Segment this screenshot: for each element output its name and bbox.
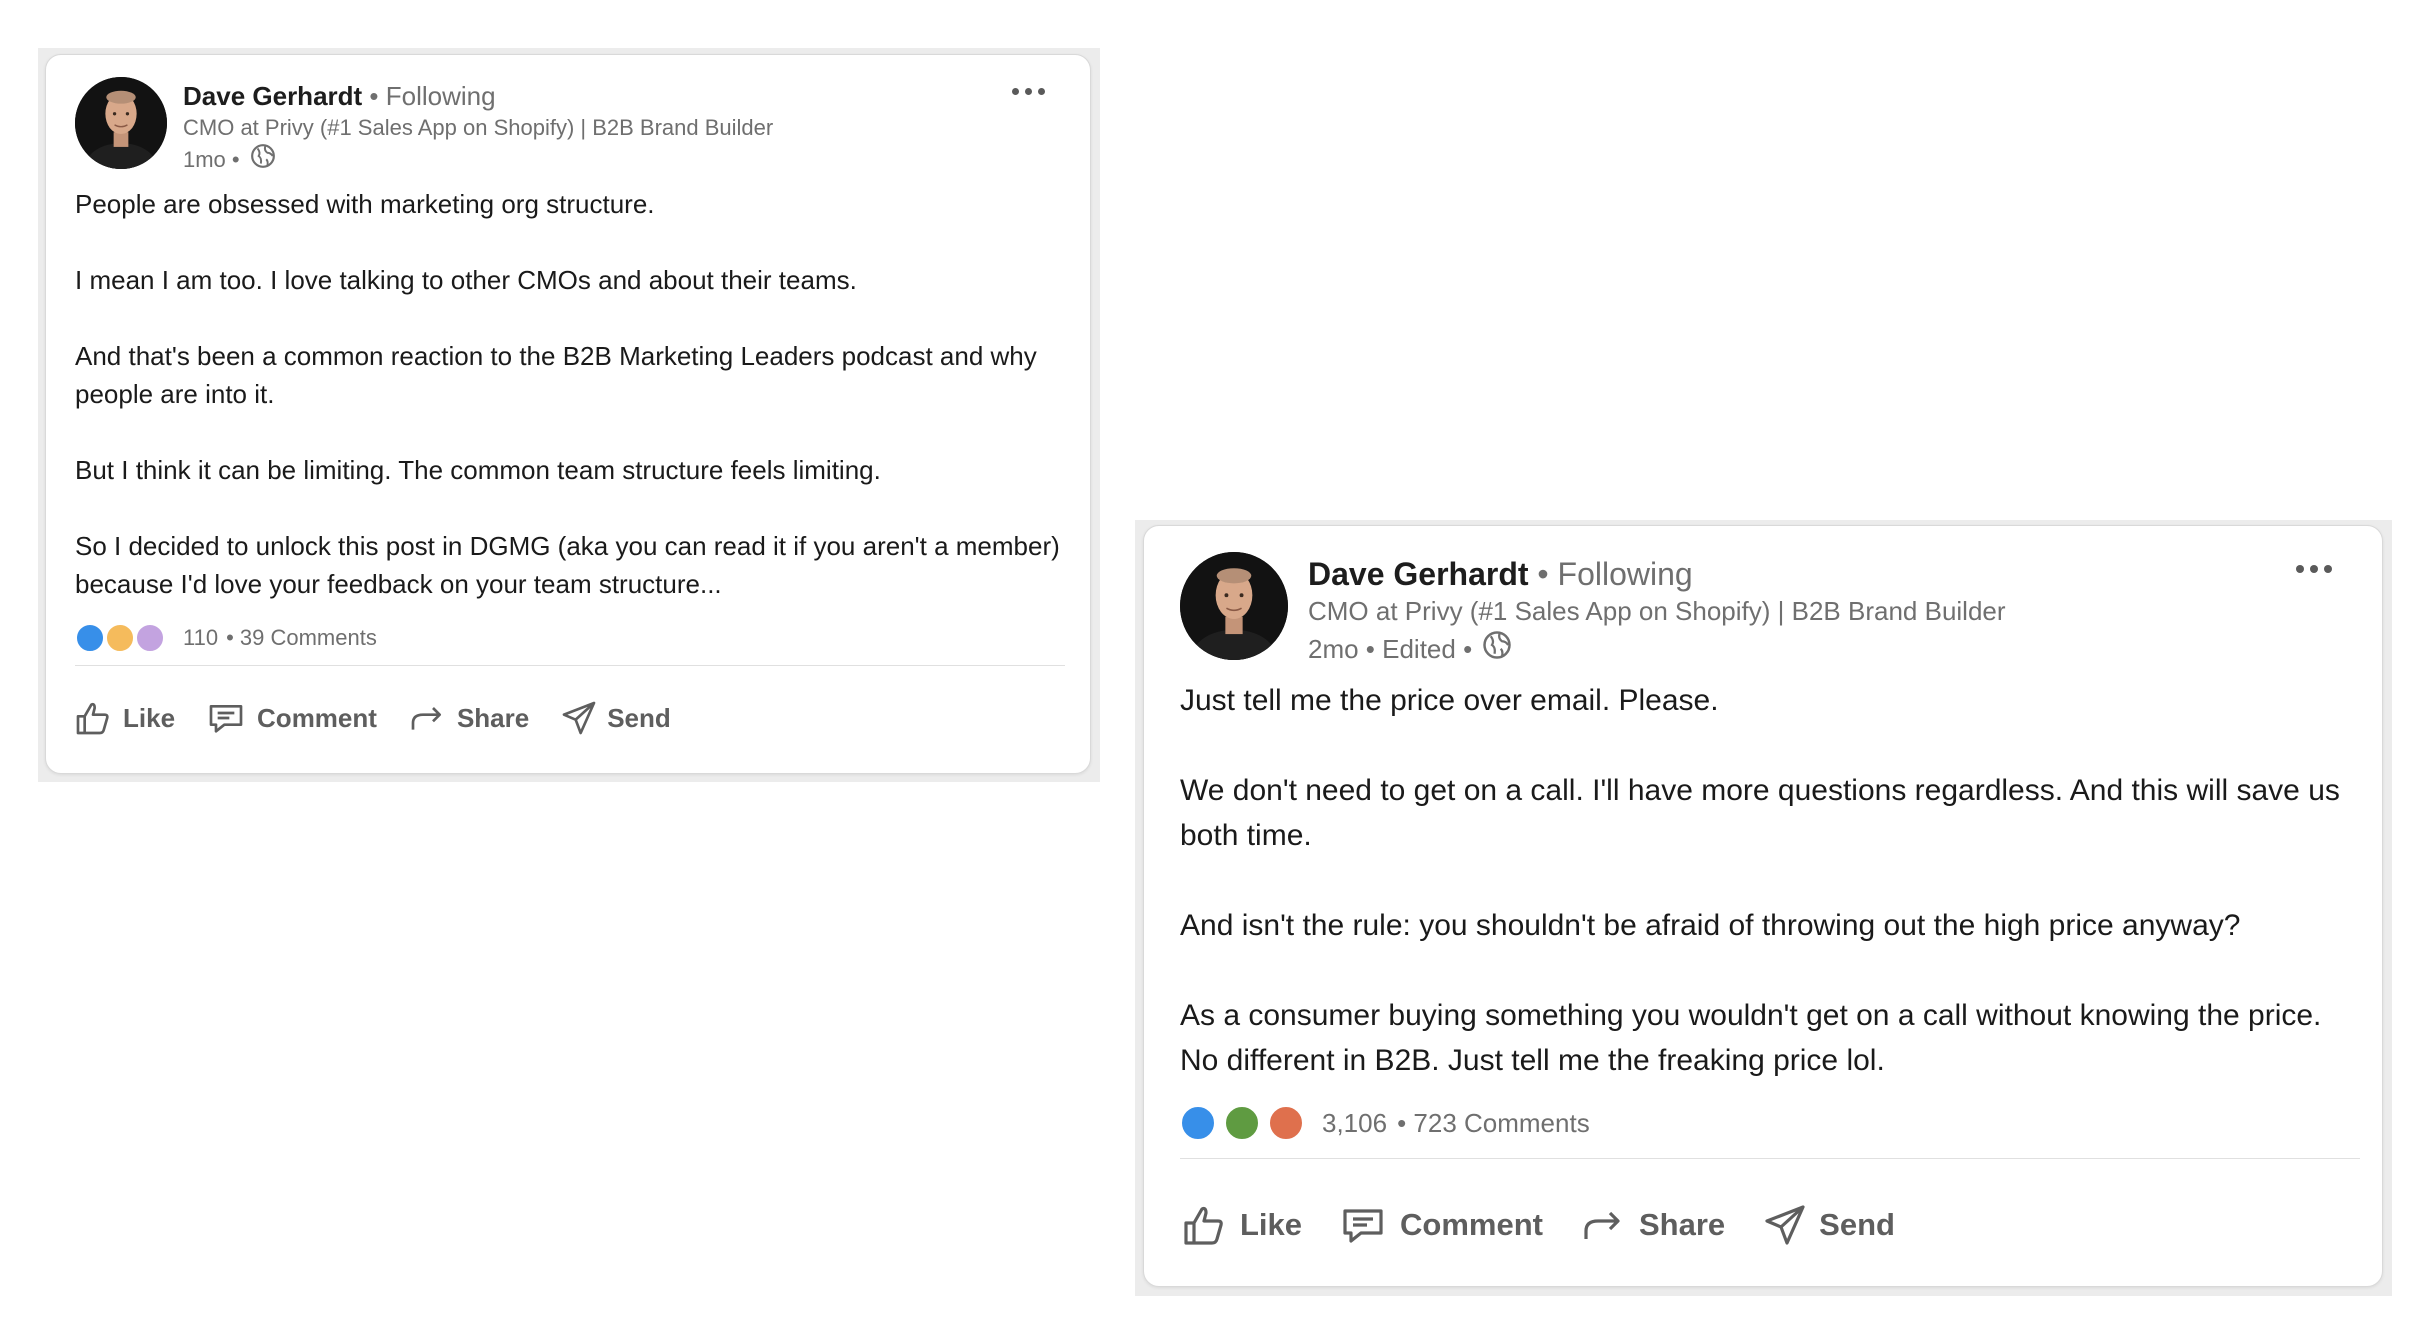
like-label: Like <box>1240 1207 1303 1242</box>
like-reaction-icon <box>1180 1105 1216 1141</box>
author-photo <box>1180 552 1288 660</box>
reactions-count[interactable]: 110 <box>183 625 218 651</box>
post-paragraph: I mean I am too. I love talking to other… <box>75 265 857 295</box>
like-icon <box>1184 1206 1223 1245</box>
globe-icon <box>250 143 276 177</box>
comments-count[interactable]: • 39 Comments <box>226 625 377 651</box>
author-avatar[interactable] <box>1180 552 1288 660</box>
post-paragraph: But I think it can be limiting. The comm… <box>75 455 881 485</box>
comment-icon <box>1343 1209 1383 1243</box>
post-paragraph: And isn't the rule: you shouldn't be afr… <box>1180 909 2241 942</box>
comment-label: Comment <box>1400 1207 1543 1242</box>
post-paragraph: So I decided to unlock this post in DGMG… <box>75 531 1060 599</box>
social-counts[interactable]: 3,106 • 723 Comments <box>1180 1105 1590 1141</box>
author-headline: CMO at Privy (#1 Sales App on Shopify) |… <box>1308 596 2006 626</box>
share-label: Share <box>1638 1207 1726 1242</box>
social-counts[interactable]: 110 • 39 Comments <box>75 623 377 653</box>
share-label: Share <box>456 702 530 733</box>
love-reaction-icon <box>1268 1105 1304 1141</box>
post-body: Just tell me the price over email. Pleas… <box>1180 678 2360 1083</box>
comment-icon <box>209 705 243 733</box>
send-icon <box>562 701 596 735</box>
share-icon <box>411 707 441 730</box>
following-status: • Following <box>1537 556 1693 592</box>
author-name[interactable]: Dave Gerhardt <box>1308 556 1529 592</box>
comment-button[interactable]: Comment <box>1338 1201 1543 1249</box>
reactions-count[interactable]: 3,106 <box>1322 1108 1387 1139</box>
post-paragraph: Just tell me the price over email. Pleas… <box>1180 684 1719 717</box>
following-status: • Following <box>369 81 496 111</box>
comments-count[interactable]: • 723 Comments <box>1397 1108 1590 1139</box>
author-name[interactable]: Dave Gerhardt <box>183 81 362 111</box>
more-options-icon[interactable] <box>2296 565 2332 573</box>
celebrate-reaction-icon <box>1224 1105 1260 1141</box>
globe-icon <box>1482 630 1512 668</box>
comment-button[interactable]: Comment <box>205 698 377 738</box>
post-time: 1mo • <box>183 147 240 172</box>
divider <box>75 665 1065 666</box>
post-paragraph: People are obsessed with marketing org s… <box>75 189 655 219</box>
comment-label: Comment <box>257 702 377 733</box>
curious-reaction-icon <box>135 623 165 653</box>
post-time: 2mo • Edited • <box>1308 634 1473 664</box>
post-body: People are obsessed with marketing org s… <box>75 185 1065 603</box>
post-paragraph: We don't need to get on a call. I'll hav… <box>1180 774 2340 852</box>
author-headline: CMO at Privy (#1 Sales App on Shopify) |… <box>183 115 774 140</box>
post-card-1: Dave Gerhardt • Following CMO at Privy (… <box>45 54 1091 774</box>
insightful-reaction-icon <box>105 623 135 653</box>
send-button[interactable]: Send <box>559 698 671 738</box>
send-button[interactable]: Send <box>1761 1201 1895 1249</box>
like-button[interactable]: Like <box>1180 1201 1302 1249</box>
post-paragraph: As a consumer buying something you would… <box>1180 999 2322 1077</box>
divider <box>1180 1158 2360 1159</box>
post-paragraph: And that's been a common reaction to the… <box>75 341 1037 409</box>
share-button[interactable]: Share <box>1579 1201 1725 1249</box>
post-card-2: Dave Gerhardt • Following CMO at Privy (… <box>1143 525 2383 1287</box>
share-button[interactable]: Share <box>407 698 529 738</box>
author-photo <box>75 77 167 169</box>
like-button[interactable]: Like <box>73 698 175 738</box>
more-options-icon[interactable] <box>1012 88 1045 95</box>
send-label: Send <box>607 702 671 733</box>
like-icon <box>76 702 109 735</box>
send-label: Send <box>1819 1207 1895 1242</box>
author-avatar[interactable] <box>75 77 167 169</box>
like-reaction-icon <box>75 623 105 653</box>
share-icon <box>1584 1211 1620 1239</box>
like-label: Like <box>123 702 176 733</box>
send-icon <box>1765 1205 1805 1245</box>
